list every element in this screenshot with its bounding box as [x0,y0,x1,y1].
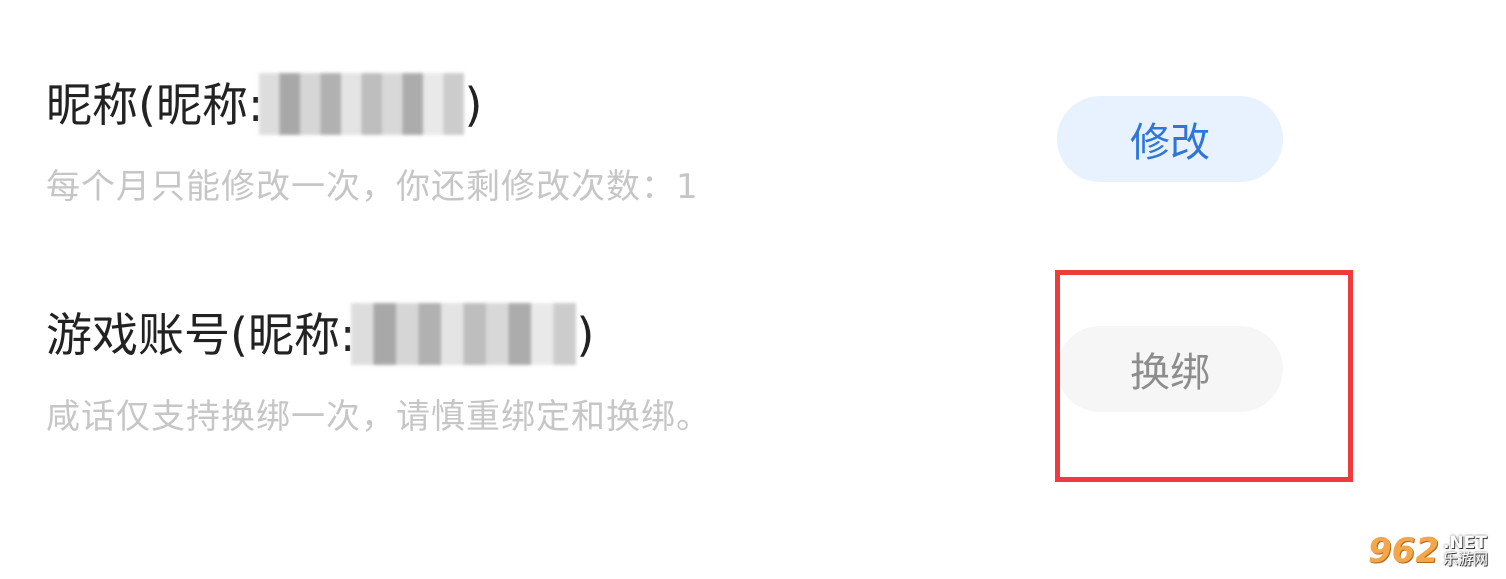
settings-page: 昵称(昵称:) 每个月只能修改一次，你还剩修改次数：1 修改 游戏账号(昵称:)… [0,0,1506,579]
nickname-subtitle: 每个月只能修改一次，你还剩修改次数：1 [46,167,699,207]
watermark-text: .NET 乐游网 [1443,535,1488,567]
nickname-title-suffix: ) [464,78,483,132]
game-account-subtitle: 咸话仅支持换绑一次，请慎重绑定和换绑。 [46,397,711,437]
game-account-title-suffix: ) [576,308,595,362]
nickname-title-prefix: 昵称(昵称: [46,78,264,132]
site-watermark-logo: 962 .NET 乐游网 [1368,526,1502,576]
redacted-nickname [259,72,465,135]
game-account-title: 游戏账号(昵称:) [46,302,594,365]
rebind-account-button[interactable]: 换绑 [1057,326,1283,412]
edit-nickname-button[interactable]: 修改 [1057,96,1283,182]
redacted-account-nickname [351,302,577,365]
watermark-name: 乐游网 [1442,550,1488,568]
watermark-number: 962 [1368,531,1439,571]
game-account-title-prefix: 游戏账号(昵称: [46,308,356,362]
nickname-title: 昵称(昵称:) [46,72,482,135]
